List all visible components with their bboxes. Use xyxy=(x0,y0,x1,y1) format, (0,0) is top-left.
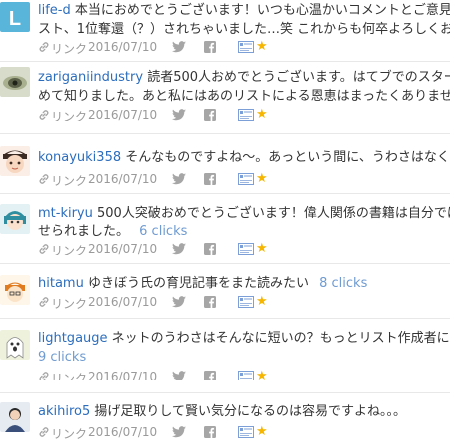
comment-date[interactable]: 2016/07/10 xyxy=(88,295,157,309)
divider xyxy=(0,61,450,62)
twitter-bird-icon[interactable] xyxy=(172,41,186,53)
link-icon[interactable] xyxy=(38,109,50,121)
link-icon[interactable] xyxy=(38,426,50,438)
bookmark-counter-icon[interactable] xyxy=(238,426,254,438)
clicks-count[interactable]: 9 clicks xyxy=(38,350,86,365)
facebook-icon[interactable] xyxy=(204,173,216,185)
bookmark-counter-icon[interactable] xyxy=(238,173,254,185)
comment-date[interactable]: 2016/07/10 xyxy=(88,242,157,255)
comment-text: akihiro5 揚げ足取りして賢い気分になるのは容易ですよね。。。 xyxy=(38,401,450,422)
facebook-icon[interactable] xyxy=(204,296,216,308)
comment-item: akihiro5 揚げ足取りして賢い気分になるのは容易ですよね。。。 リンク 2… xyxy=(0,395,450,439)
divider xyxy=(0,318,450,319)
comment-item: zariganiindustry 読者500人おめでとうございます。はてブでのス… xyxy=(0,63,450,121)
bookmark-counter-icon[interactable] xyxy=(238,41,254,53)
comment-text-line2: 9 clicks xyxy=(38,347,450,368)
comment-date[interactable]: 2016/07/10 xyxy=(88,172,157,186)
bookmark-counter-icon[interactable] xyxy=(238,109,254,121)
bookmark-counter-icon[interactable] xyxy=(238,243,254,255)
link-icon[interactable] xyxy=(38,296,50,308)
facebook-icon[interactable] xyxy=(204,41,216,53)
comment-body: 読者500人おめでとうございます。はてブでのスターはその xyxy=(147,70,450,85)
avatar[interactable] xyxy=(0,67,30,97)
link-icon[interactable] xyxy=(38,371,50,380)
link-icon[interactable] xyxy=(38,173,50,185)
comment-text: konayuki358 そんなものですよね〜。あっという間に、うわさはなくなりま… xyxy=(38,147,450,168)
comment-text-line2: せられました。 6 clicks xyxy=(38,221,450,242)
divider xyxy=(0,263,450,264)
comment-item: L life-d 本当におめでとうございます！いつも心温かいコメントとご意見をあ… xyxy=(0,0,450,58)
divider xyxy=(0,193,450,194)
twitter-bird-icon[interactable] xyxy=(172,173,186,185)
facebook-icon[interactable] xyxy=(204,109,216,121)
avatar[interactable]: L xyxy=(0,2,30,32)
link-label[interactable]: リンク xyxy=(51,295,87,312)
comment-body: 500人突破おめでとうございます！偉人関係の書籍は自分では読 xyxy=(97,206,450,221)
link-icon[interactable] xyxy=(38,41,50,53)
avatar[interactable] xyxy=(0,204,30,234)
twitter-bird-icon[interactable] xyxy=(172,109,186,121)
comment-date[interactable]: 2016/07/10 xyxy=(88,370,157,380)
svg-text:L: L xyxy=(9,8,21,30)
username-link[interactable]: akihiro5 xyxy=(38,404,90,419)
twitter-bird-icon[interactable] xyxy=(172,371,186,380)
comment-text-line2: スト、1位奪還（？）されちゃいました…笑 これからも何卒よろしくお願いいたし xyxy=(38,22,450,37)
divider xyxy=(0,133,450,134)
comment-date[interactable]: 2016/07/10 xyxy=(88,108,157,121)
comment-body: ネットのうわさはそんなに短いの？もっとリスト作成者には努力して xyxy=(111,331,450,346)
comment-text: hitamu ゆきぼう氏の育児記事をまた読みたい 8 clicks xyxy=(38,273,450,294)
username-link[interactable]: hitamu xyxy=(38,276,84,291)
avatar[interactable] xyxy=(0,275,30,305)
twitter-bird-icon[interactable] xyxy=(172,426,186,438)
add-star-icon[interactable]: ★ xyxy=(256,171,268,186)
add-star-icon[interactable]: ★ xyxy=(256,294,268,309)
comment-body: そんなものですよね〜。あっという間に、うわさはなくなりますね xyxy=(125,150,450,165)
add-star-icon[interactable]: ★ xyxy=(256,39,268,54)
twitter-bird-icon[interactable] xyxy=(172,243,186,255)
comment-text: lightgauge ネットのうわさはそんなに短いの？もっとリスト作成者には努力… xyxy=(38,328,450,349)
link-label[interactable]: リンク xyxy=(51,370,87,380)
avatar[interactable] xyxy=(0,330,30,360)
username-link[interactable]: mt-kiryu xyxy=(38,206,93,221)
link-label[interactable]: リンク xyxy=(51,172,87,189)
comment-body: 本当におめでとうございます！いつも心温かいコメントとご意見をありが xyxy=(74,3,450,18)
add-star-icon[interactable]: ★ xyxy=(256,424,268,439)
comment-item: konayuki358 そんなものですよね〜。あっという間に、うわさはなくなりま… xyxy=(0,140,450,198)
comment-date[interactable]: 2016/07/10 xyxy=(88,425,157,439)
link-label[interactable]: リンク xyxy=(51,242,87,255)
twitter-bird-icon[interactable] xyxy=(172,296,186,308)
comment-body: ゆきぼう氏の育児記事をまた読みたい xyxy=(87,276,309,291)
comment-item: lightgauge ネットのうわさはそんなに短いの？もっとリスト作成者には努力… xyxy=(0,322,450,380)
link-label[interactable]: リンク xyxy=(51,108,87,121)
username-link[interactable]: life-d xyxy=(38,3,71,18)
comment-date[interactable]: 2016/07/10 xyxy=(88,40,157,54)
comment-text-line2: めて知りました。あと私にはあのリストによる恩恵はまったくありませんでした xyxy=(38,89,450,104)
clicks-count[interactable]: 6 clicks xyxy=(139,224,187,239)
add-star-icon[interactable]: ★ xyxy=(256,107,268,121)
link-icon[interactable] xyxy=(38,243,50,255)
avatar[interactable] xyxy=(0,402,30,432)
link-label[interactable]: リンク xyxy=(51,425,87,439)
link-label[interactable]: リンク xyxy=(51,40,87,57)
add-star-icon[interactable]: ★ xyxy=(256,241,268,255)
divider xyxy=(0,392,450,393)
facebook-icon[interactable] xyxy=(204,426,216,438)
clicks-count[interactable]: 8 clicks xyxy=(319,276,367,291)
comment-body-line2: せられました。 xyxy=(38,224,130,239)
facebook-icon[interactable] xyxy=(204,243,216,255)
comment-body: 揚げ足取りして賢い気分になるのは容易ですよね。。。 xyxy=(94,404,407,419)
bookmark-counter-icon[interactable] xyxy=(238,296,254,308)
bookmark-counter-icon[interactable] xyxy=(238,371,254,380)
comment-text: life-d 本当におめでとうございます！いつも心温かいコメントとご意見をありが xyxy=(38,0,450,21)
comment-item: mt-kiryu 500人突破おめでとうございます！偉人関係の書籍は自分では読 … xyxy=(0,197,450,255)
comment-text: zariganiindustry 読者500人おめでとうございます。はてブでのス… xyxy=(38,67,450,88)
add-star-icon[interactable]: ★ xyxy=(256,369,268,380)
username-link[interactable]: konayuki358 xyxy=(38,150,121,165)
avatar[interactable] xyxy=(0,146,30,176)
username-link[interactable]: lightgauge xyxy=(38,331,108,346)
username-link[interactable]: zariganiindustry xyxy=(38,70,143,85)
facebook-icon[interactable] xyxy=(204,371,216,380)
